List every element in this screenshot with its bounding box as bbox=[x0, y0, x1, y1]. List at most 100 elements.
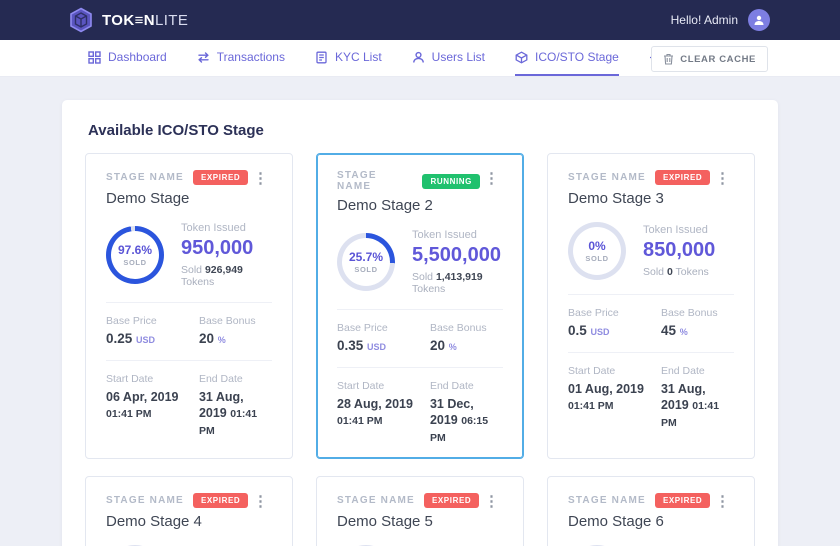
stage-title: Demo Stage 4 bbox=[106, 513, 248, 530]
start-date-label: Start Date bbox=[337, 380, 430, 392]
app-window: TOK≡NLITE Hello! Admin Dashboard Transac… bbox=[0, 0, 840, 546]
top-header: TOK≡NLITE Hello! Admin bbox=[0, 0, 840, 40]
stage-title: Demo Stage bbox=[106, 190, 248, 207]
stage-name-label: STAGE NAME bbox=[568, 172, 646, 183]
sold-donut: 25.7% SOLD bbox=[337, 233, 395, 291]
more-menu-icon[interactable]: ⋮ bbox=[249, 170, 272, 207]
sold-tokens-line: Sold 1,413,919 Tokens bbox=[412, 271, 503, 295]
end-date-label: End Date bbox=[199, 373, 272, 385]
brand[interactable]: TOK≡NLITE bbox=[68, 7, 188, 33]
price-section: Base Price 0.25 USD Base Bonus 20 % bbox=[106, 302, 272, 346]
base-bonus-value: 45 % bbox=[661, 323, 734, 338]
nav-item-users-list[interactable]: Users List bbox=[412, 40, 485, 76]
nav-item-dashboard[interactable]: Dashboard bbox=[88, 40, 167, 76]
end-date-value: 31 Aug, 2019 01:41 PM bbox=[661, 381, 728, 431]
grid-icon bbox=[88, 51, 101, 64]
base-price-label: Base Price bbox=[337, 322, 430, 334]
status-badge: RUNNING bbox=[422, 174, 480, 189]
stage-card: STAGE NAME EXPIRED Demo Stage 6 ⋮ 0% SOL… bbox=[547, 476, 755, 546]
clear-cache-button[interactable]: CLEAR CACHE bbox=[651, 46, 768, 72]
stage-title: Demo Stage 2 bbox=[337, 197, 480, 214]
stage-card: STAGE NAME EXPIRED Demo Stage 5 ⋮ 0% SOL… bbox=[316, 476, 524, 546]
sold-donut: 0% SOLD bbox=[568, 222, 626, 280]
status-badge: EXPIRED bbox=[193, 493, 248, 508]
nav-label: Dashboard bbox=[108, 50, 167, 64]
stage-name-label: STAGE NAME bbox=[106, 172, 184, 183]
sold-tokens-value: 0 bbox=[667, 266, 673, 278]
token-issued-value: 5,500,000 bbox=[412, 244, 503, 267]
sold-caption: SOLD bbox=[354, 265, 377, 274]
base-price-value: 0.25 USD bbox=[106, 331, 199, 346]
base-price-value: 0.35 USD bbox=[337, 338, 430, 353]
page-title: Available ICO/STO Stage bbox=[62, 100, 778, 153]
greeting-text: Hello! Admin bbox=[671, 13, 738, 27]
base-price-label: Base Price bbox=[106, 315, 199, 327]
sold-caption: SOLD bbox=[123, 258, 146, 267]
trash-icon bbox=[663, 53, 674, 65]
stage-name-label: STAGE NAME bbox=[106, 495, 184, 506]
price-section: Base Price 0.35 USD Base Bonus 20 % bbox=[337, 309, 503, 353]
user-avatar[interactable] bbox=[748, 9, 770, 31]
more-menu-icon[interactable]: ⋮ bbox=[480, 493, 503, 530]
more-menu-icon[interactable]: ⋮ bbox=[480, 170, 503, 214]
stage-grid: STAGE NAME EXPIRED Demo Stage ⋮ 97.6% SO… bbox=[85, 153, 755, 546]
token-issued-label: Token Issued bbox=[412, 229, 503, 241]
tokenlite-logo-icon bbox=[68, 7, 94, 33]
base-price-label: Base Price bbox=[568, 307, 661, 319]
date-section: Start Date 28 Aug, 2019 01:41 PM End Dat… bbox=[337, 367, 503, 446]
start-date-value: 01 Aug, 2019 01:41 PM bbox=[568, 381, 654, 414]
sold-caption: SOLD bbox=[585, 254, 608, 263]
nav-item-kyc-list[interactable]: KYC List bbox=[315, 40, 382, 76]
end-date-value: 31 Aug, 2019 01:41 PM bbox=[199, 389, 266, 439]
stage-card: STAGE NAME RUNNING Demo Stage 2 ⋮ 25.7% … bbox=[316, 153, 524, 459]
nav-label: KYC List bbox=[335, 50, 382, 64]
price-section: Base Price 0.5 USD Base Bonus 45 % bbox=[568, 294, 734, 338]
stage-title: Demo Stage 3 bbox=[568, 190, 710, 207]
date-section: Start Date 06 Apr, 2019 01:41 PM End Dat… bbox=[106, 360, 272, 439]
status-badge: EXPIRED bbox=[655, 493, 710, 508]
more-menu-icon[interactable]: ⋮ bbox=[711, 493, 734, 530]
user-icon bbox=[412, 51, 425, 64]
stage-name-label: STAGE NAME bbox=[337, 495, 415, 506]
token-issued-label: Token Issued bbox=[643, 224, 715, 236]
stage-card: STAGE NAME EXPIRED Demo Stage ⋮ 97.6% SO… bbox=[85, 153, 293, 459]
brand-text: TOK≡NLITE bbox=[102, 12, 188, 29]
main-nav: Dashboard Transactions KYC List Users Li… bbox=[0, 40, 840, 77]
nav-item-transactions[interactable]: Transactions bbox=[197, 40, 285, 76]
document-icon bbox=[315, 51, 328, 64]
stage-name-label: STAGE NAME bbox=[337, 170, 413, 192]
content-panel: Available ICO/STO Stage STAGE NAME EXPIR… bbox=[62, 100, 778, 546]
sold-percent: 0% bbox=[588, 239, 605, 253]
token-issued-value: 950,000 bbox=[181, 237, 272, 260]
start-date-label: Start Date bbox=[106, 373, 199, 385]
stage-card: STAGE NAME EXPIRED Demo Stage 4 ⋮ 0% SOL… bbox=[85, 476, 293, 546]
more-menu-icon[interactable]: ⋮ bbox=[711, 170, 734, 207]
base-bonus-label: Base Bonus bbox=[430, 322, 503, 334]
token-issued-label: Token Issued bbox=[181, 222, 272, 234]
start-date-label: Start Date bbox=[568, 365, 661, 377]
clear-cache-label: CLEAR CACHE bbox=[680, 54, 756, 65]
swap-arrows-icon bbox=[197, 51, 210, 64]
sold-tokens-line: Sold 926,949 Tokens bbox=[181, 264, 272, 288]
date-section: Start Date 01 Aug, 2019 01:41 PM End Dat… bbox=[568, 352, 734, 431]
nav-item-ico-sto-stage[interactable]: ICO/STO Stage bbox=[515, 40, 619, 76]
cube-icon bbox=[515, 51, 528, 64]
nav-label: Users List bbox=[432, 50, 485, 64]
sold-donut: 97.6% SOLD bbox=[106, 226, 164, 284]
status-badge: EXPIRED bbox=[655, 170, 710, 185]
start-date-value: 28 Aug, 2019 01:41 PM bbox=[337, 396, 423, 429]
stage-name-label: STAGE NAME bbox=[568, 495, 646, 506]
person-icon bbox=[753, 14, 765, 26]
base-bonus-label: Base Bonus bbox=[661, 307, 734, 319]
end-date-value: 31 Dec, 2019 06:15 PM bbox=[430, 396, 497, 446]
start-date-value: 06 Apr, 2019 01:41 PM bbox=[106, 389, 192, 422]
stage-title: Demo Stage 5 bbox=[337, 513, 479, 530]
token-issued-value: 850,000 bbox=[643, 239, 715, 262]
sold-tokens-value: 926,949 bbox=[205, 264, 243, 276]
status-badge: EXPIRED bbox=[193, 170, 248, 185]
sold-percent: 25.7% bbox=[349, 250, 383, 264]
stage-title: Demo Stage 6 bbox=[568, 513, 710, 530]
stage-card: STAGE NAME EXPIRED Demo Stage 3 ⋮ 0% SOL… bbox=[547, 153, 755, 459]
more-menu-icon[interactable]: ⋮ bbox=[249, 493, 272, 530]
sold-tokens-line: Sold 0 Tokens bbox=[643, 266, 715, 278]
